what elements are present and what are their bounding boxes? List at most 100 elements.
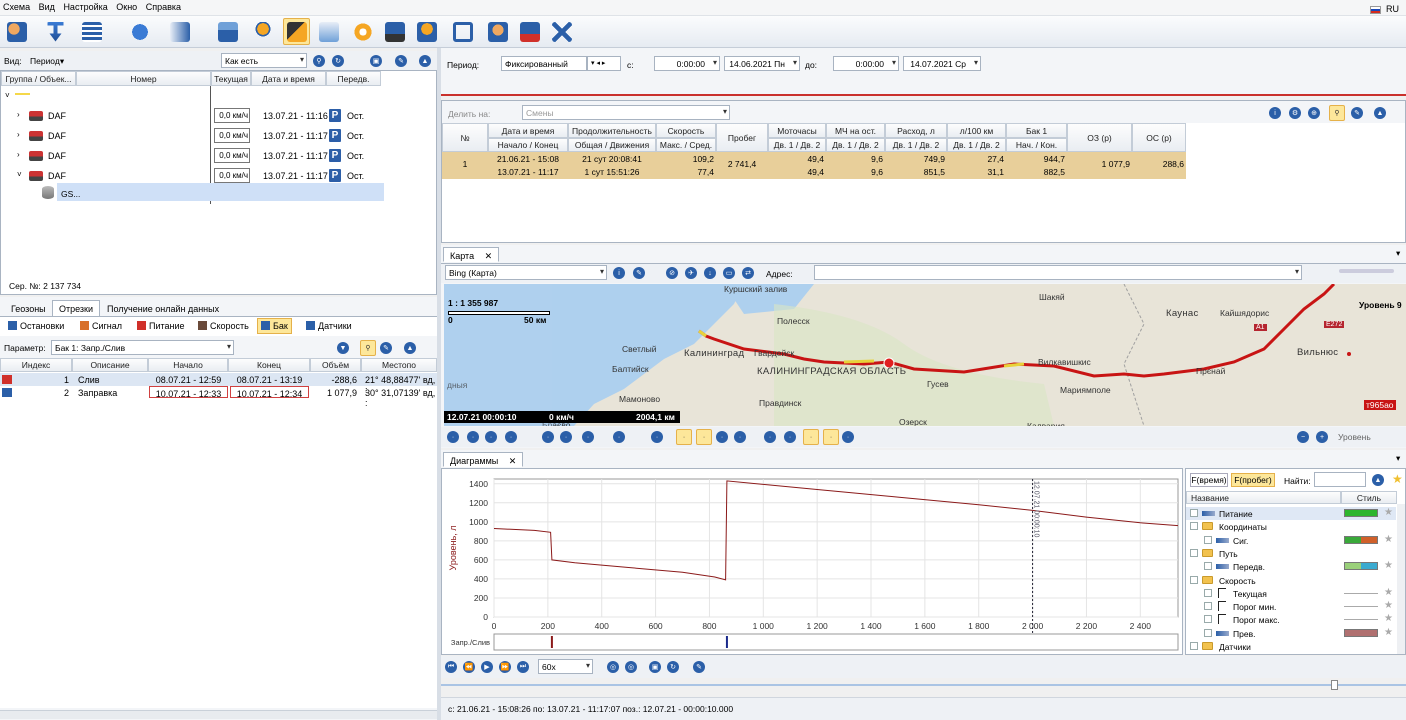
- col-group[interactable]: Группа / Объек...: [1, 71, 76, 86]
- zoom-slider[interactable]: [1339, 269, 1394, 273]
- report-subcol-consumption[interactable]: Дв. 1 / Дв. 2: [885, 138, 947, 152]
- edit-icon[interactable]: ✎: [380, 342, 392, 354]
- player-opt2-icon[interactable]: ◎: [625, 661, 637, 673]
- expand-chevron-icon[interactable]: ˅: [17, 170, 22, 179]
- track-button[interactable]: [249, 18, 276, 45]
- subtab-signal[interactable]: Сигнал: [76, 318, 126, 334]
- legend-style-swatch[interactable]: [1344, 562, 1378, 571]
- star-icon[interactable]: ★: [1384, 600, 1393, 611]
- legend-row[interactable]: Путь: [1186, 547, 1396, 560]
- player-opt5-icon[interactable]: ✎: [693, 661, 705, 673]
- chart-panel-menu-icon[interactable]: ▾: [1396, 453, 1400, 464]
- object-row[interactable]: › DAF 0,0 км/ч 13.07.21 - 11:17 P Ост.: [1, 127, 438, 146]
- legend-checkbox[interactable]: [1204, 615, 1212, 624]
- legend-row[interactable]: Прев. ★: [1186, 627, 1396, 640]
- report-col-datetime[interactable]: Дата и время: [488, 123, 568, 138]
- map-tool5-icon[interactable]: ⇄: [742, 267, 754, 279]
- legend-checkbox[interactable]: [1204, 628, 1212, 637]
- legend-scrollbar[interactable]: [1397, 504, 1405, 654]
- segment-row[interactable]: 1 Слив 08.07.21 - 12:59 08.07.21 - 13:19 -28…: [0, 373, 437, 395]
- expand-chevron-icon[interactable]: ›: [17, 130, 20, 139]
- map-bottom-tool-icon[interactable]: ·: [467, 431, 479, 443]
- report-col-num[interactable]: №: [442, 123, 488, 152]
- col-current[interactable]: Текущая: [211, 71, 251, 86]
- star-icon[interactable]: ★: [1384, 534, 1393, 545]
- location-button[interactable]: [413, 18, 440, 45]
- selected-row[interactable]: [57, 183, 384, 201]
- subtab-sensors[interactable]: Датчики: [302, 318, 356, 334]
- map-bottom-tool-icon[interactable]: ·: [734, 431, 746, 443]
- subtab-stop[interactable]: Остановки: [4, 318, 68, 334]
- map-info-icon[interactable]: i: [613, 267, 625, 279]
- legend-row[interactable]: Порог мин. ★: [1186, 600, 1396, 613]
- map-svg[interactable]: [444, 284, 1406, 426]
- support-button[interactable]: [484, 18, 511, 45]
- map-tool3-icon[interactable]: ↓: [704, 267, 716, 279]
- legend-col-name[interactable]: Название: [1186, 491, 1341, 504]
- legend-checkbox[interactable]: [1190, 642, 1198, 650]
- check-button[interactable]: [126, 18, 153, 45]
- map-bottom-tool-icon[interactable]: ·: [823, 429, 839, 445]
- seg-col-end[interactable]: Конец: [228, 358, 310, 372]
- legend-row[interactable]: Скорость: [1186, 574, 1396, 587]
- mode-select[interactable]: Как есть: [221, 53, 307, 68]
- report-opt3-icon[interactable]: ⊕: [1308, 107, 1320, 119]
- map-bottom-tool-icon[interactable]: ·: [613, 431, 625, 443]
- period-nav-buttons[interactable]: ▾ ◂ ▸: [587, 56, 621, 71]
- geozone-button[interactable]: [283, 18, 310, 45]
- report-opt2-icon[interactable]: ⚙: [1289, 107, 1301, 119]
- legend-row[interactable]: Передв. ★: [1186, 560, 1396, 573]
- fullscreen-button[interactable]: [449, 18, 476, 45]
- legend-row[interactable]: Порог макс. ★: [1186, 613, 1396, 626]
- report-opt1-icon[interactable]: i: [1269, 107, 1281, 119]
- funnel-icon[interactable]: ▼: [337, 342, 349, 354]
- period-select[interactable]: Фиксированный: [501, 56, 587, 71]
- objects-button[interactable]: [3, 18, 30, 45]
- view-period-dropdown[interactable]: Период▾: [30, 56, 64, 67]
- menu-item-settings[interactable]: Настройка: [60, 0, 110, 14]
- report-subcol-speed[interactable]: Макс. / Сред.: [656, 138, 716, 152]
- report-col-consumption[interactable]: Расход, л: [885, 123, 947, 138]
- map-bottom-tool-icon[interactable]: ·: [784, 431, 796, 443]
- map-provider-select[interactable]: Bing (Карта): [445, 265, 607, 280]
- legend-col-style[interactable]: Стиль: [1341, 491, 1397, 504]
- legend-row[interactable]: Текущая ★: [1186, 587, 1396, 600]
- map-tool4-icon[interactable]: ▭: [723, 267, 735, 279]
- map-bottom-tool-icon[interactable]: ·: [716, 431, 728, 443]
- col-number[interactable]: Номер: [76, 71, 211, 86]
- to-date[interactable]: 14.07.2021 Ср: [903, 56, 981, 71]
- filter-icon[interactable]: ⚲: [313, 55, 325, 67]
- address-input[interactable]: [814, 265, 1302, 280]
- from-time[interactable]: 0:00:00: [654, 56, 720, 71]
- map-bottom-tool-icon[interactable]: ·: [696, 429, 712, 445]
- report-col-oz[interactable]: ОЗ (р): [1067, 123, 1132, 152]
- tools-button[interactable]: [548, 18, 575, 45]
- player-prev-icon[interactable]: ⏪: [463, 661, 475, 673]
- report-col-motohours[interactable]: Моточасы: [768, 123, 826, 138]
- star-icon[interactable]: ★: [1384, 613, 1393, 624]
- legend-collapse-icon[interactable]: ▲: [1372, 474, 1384, 486]
- report-subcol-datetime[interactable]: Начало / Конец: [488, 138, 568, 152]
- report-subcol-tank[interactable]: Нач. / Кон.: [1006, 138, 1067, 152]
- player-speed-select[interactable]: 60x: [538, 659, 593, 674]
- expand-chevron-icon[interactable]: ›: [17, 150, 20, 159]
- param-select[interactable]: Бак 1: Запр./Слив: [51, 340, 234, 355]
- report-col-tank[interactable]: Бак 1: [1006, 123, 1067, 138]
- map-bottom-tool-icon[interactable]: ·: [560, 431, 572, 443]
- download-button[interactable]: [42, 18, 69, 45]
- legend-row[interactable]: Координаты: [1186, 520, 1396, 533]
- map-bottom-tool-icon[interactable]: ·: [803, 429, 819, 445]
- map-tool2-icon[interactable]: ✈: [685, 267, 697, 279]
- favorite-star-icon[interactable]: ★: [1392, 472, 1403, 486]
- save-icon[interactable]: ▣: [370, 55, 382, 67]
- report-edit-icon[interactable]: ✎: [1351, 107, 1363, 119]
- legend-checkbox[interactable]: [1204, 535, 1212, 544]
- map-bottom-tool-icon[interactable]: ·: [485, 431, 497, 443]
- legend-style-line[interactable]: [1344, 606, 1378, 608]
- report-col-mileage[interactable]: Пробег: [716, 123, 768, 152]
- map-bottom-tool-icon[interactable]: ·: [542, 431, 554, 443]
- pro-button[interactable]: [516, 18, 543, 45]
- list-button[interactable]: [78, 18, 105, 45]
- legend-checkbox[interactable]: [1204, 588, 1212, 597]
- language-indicator[interactable]: RU: [1370, 2, 1402, 16]
